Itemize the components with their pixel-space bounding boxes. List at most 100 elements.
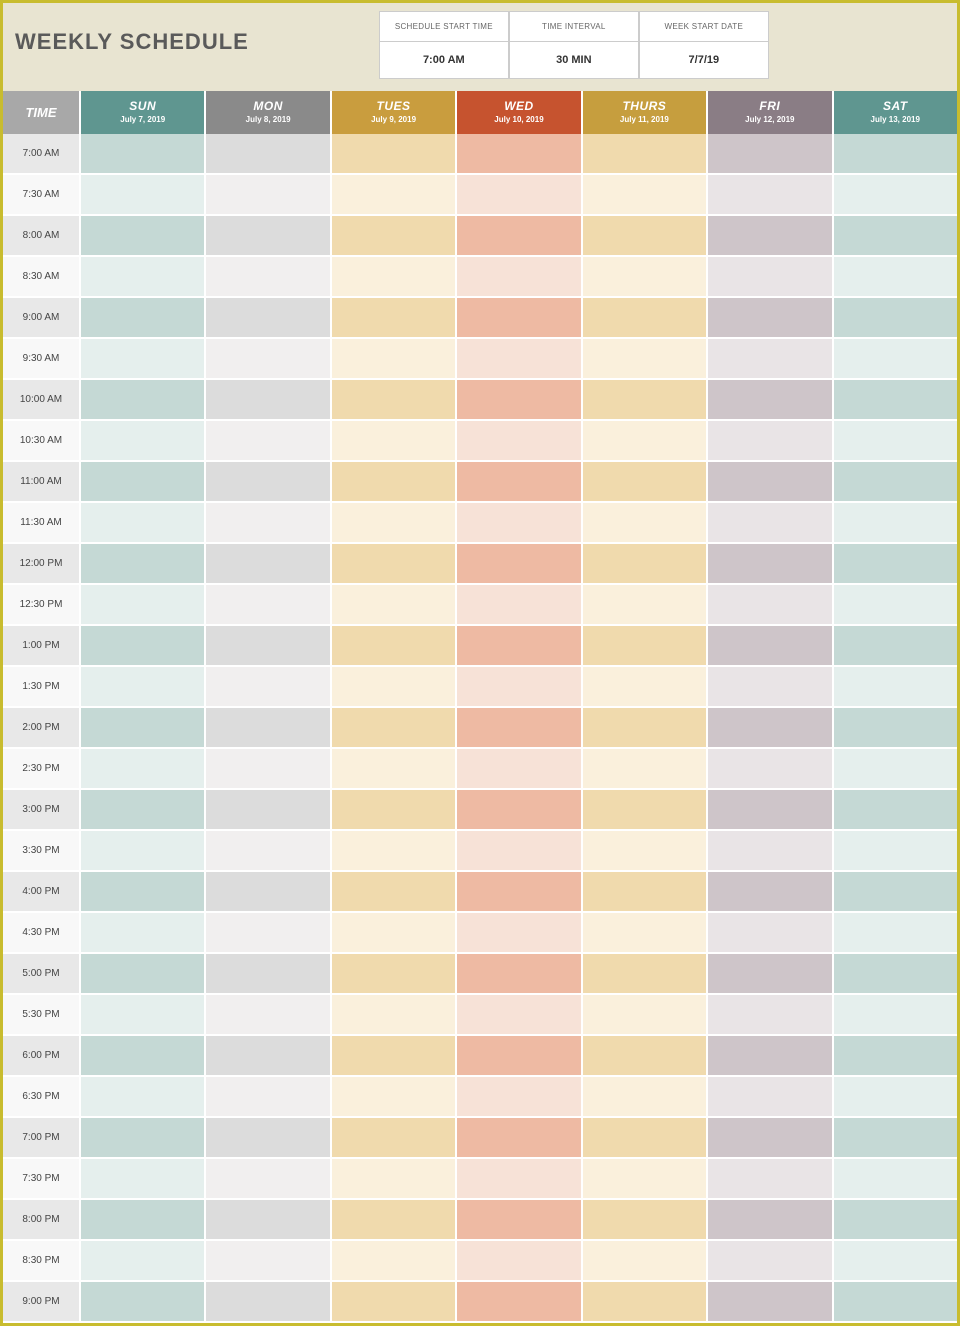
- schedule-cell[interactable]: [332, 257, 457, 298]
- config-value[interactable]: 30 MIN: [510, 42, 638, 78]
- schedule-cell[interactable]: [332, 503, 457, 544]
- schedule-cell[interactable]: [708, 749, 833, 790]
- schedule-cell[interactable]: [583, 831, 708, 872]
- schedule-cell[interactable]: [708, 585, 833, 626]
- schedule-cell[interactable]: [81, 995, 206, 1036]
- schedule-cell[interactable]: [332, 1282, 457, 1323]
- schedule-cell[interactable]: [81, 257, 206, 298]
- schedule-cell[interactable]: [583, 421, 708, 462]
- schedule-cell[interactable]: [708, 1282, 833, 1323]
- schedule-cell[interactable]: [834, 175, 957, 216]
- schedule-cell[interactable]: [81, 1036, 206, 1077]
- schedule-cell[interactable]: [332, 298, 457, 339]
- schedule-cell[interactable]: [206, 339, 331, 380]
- schedule-cell[interactable]: [332, 995, 457, 1036]
- schedule-cell[interactable]: [81, 1159, 206, 1200]
- schedule-cell[interactable]: [457, 175, 582, 216]
- config-value[interactable]: 7:00 AM: [380, 42, 508, 78]
- schedule-cell[interactable]: [457, 1282, 582, 1323]
- schedule-cell[interactable]: [81, 1241, 206, 1282]
- schedule-cell[interactable]: [332, 1241, 457, 1282]
- schedule-cell[interactable]: [206, 831, 331, 872]
- schedule-cell[interactable]: [834, 544, 957, 585]
- schedule-cell[interactable]: [708, 1077, 833, 1118]
- schedule-cell[interactable]: [332, 872, 457, 913]
- schedule-cell[interactable]: [583, 585, 708, 626]
- schedule-cell[interactable]: [206, 503, 331, 544]
- schedule-cell[interactable]: [81, 1200, 206, 1241]
- schedule-cell[interactable]: [332, 626, 457, 667]
- schedule-cell[interactable]: [583, 1241, 708, 1282]
- schedule-cell[interactable]: [81, 421, 206, 462]
- schedule-cell[interactable]: [834, 1241, 957, 1282]
- schedule-cell[interactable]: [457, 134, 582, 175]
- schedule-cell[interactable]: [206, 913, 331, 954]
- schedule-cell[interactable]: [708, 790, 833, 831]
- schedule-cell[interactable]: [206, 216, 331, 257]
- schedule-cell[interactable]: [583, 1200, 708, 1241]
- schedule-cell[interactable]: [457, 380, 582, 421]
- schedule-cell[interactable]: [206, 1159, 331, 1200]
- schedule-cell[interactable]: [708, 421, 833, 462]
- schedule-cell[interactable]: [332, 1200, 457, 1241]
- schedule-cell[interactable]: [834, 708, 957, 749]
- schedule-cell[interactable]: [206, 1036, 331, 1077]
- schedule-cell[interactable]: [81, 380, 206, 421]
- schedule-cell[interactable]: [583, 544, 708, 585]
- schedule-cell[interactable]: [834, 790, 957, 831]
- schedule-cell[interactable]: [834, 749, 957, 790]
- schedule-cell[interactable]: [708, 503, 833, 544]
- schedule-cell[interactable]: [583, 1077, 708, 1118]
- schedule-cell[interactable]: [457, 995, 582, 1036]
- schedule-cell[interactable]: [81, 626, 206, 667]
- schedule-cell[interactable]: [81, 585, 206, 626]
- schedule-cell[interactable]: [332, 421, 457, 462]
- schedule-cell[interactable]: [332, 1077, 457, 1118]
- schedule-cell[interactable]: [834, 257, 957, 298]
- schedule-cell[interactable]: [583, 954, 708, 995]
- schedule-cell[interactable]: [708, 667, 833, 708]
- schedule-cell[interactable]: [332, 585, 457, 626]
- schedule-cell[interactable]: [332, 380, 457, 421]
- schedule-cell[interactable]: [708, 339, 833, 380]
- schedule-cell[interactable]: [583, 257, 708, 298]
- schedule-cell[interactable]: [457, 708, 582, 749]
- schedule-cell[interactable]: [708, 257, 833, 298]
- schedule-cell[interactable]: [206, 585, 331, 626]
- schedule-cell[interactable]: [206, 134, 331, 175]
- schedule-cell[interactable]: [834, 216, 957, 257]
- schedule-cell[interactable]: [708, 626, 833, 667]
- schedule-cell[interactable]: [81, 298, 206, 339]
- schedule-cell[interactable]: [206, 995, 331, 1036]
- schedule-cell[interactable]: [583, 339, 708, 380]
- schedule-cell[interactable]: [81, 913, 206, 954]
- schedule-cell[interactable]: [206, 257, 331, 298]
- schedule-cell[interactable]: [81, 503, 206, 544]
- schedule-cell[interactable]: [708, 544, 833, 585]
- schedule-cell[interactable]: [708, 1241, 833, 1282]
- schedule-cell[interactable]: [457, 462, 582, 503]
- schedule-cell[interactable]: [708, 831, 833, 872]
- schedule-cell[interactable]: [583, 216, 708, 257]
- schedule-cell[interactable]: [81, 708, 206, 749]
- schedule-cell[interactable]: [834, 626, 957, 667]
- schedule-cell[interactable]: [834, 380, 957, 421]
- schedule-cell[interactable]: [206, 708, 331, 749]
- schedule-cell[interactable]: [834, 585, 957, 626]
- schedule-cell[interactable]: [81, 134, 206, 175]
- schedule-cell[interactable]: [457, 913, 582, 954]
- schedule-cell[interactable]: [457, 1077, 582, 1118]
- schedule-cell[interactable]: [583, 667, 708, 708]
- schedule-cell[interactable]: [457, 1241, 582, 1282]
- schedule-cell[interactable]: [708, 995, 833, 1036]
- schedule-cell[interactable]: [206, 749, 331, 790]
- schedule-cell[interactable]: [332, 544, 457, 585]
- schedule-cell[interactable]: [834, 339, 957, 380]
- schedule-cell[interactable]: [457, 872, 582, 913]
- schedule-cell[interactable]: [81, 667, 206, 708]
- schedule-cell[interactable]: [206, 1282, 331, 1323]
- schedule-cell[interactable]: [206, 1077, 331, 1118]
- schedule-cell[interactable]: [708, 216, 833, 257]
- schedule-cell[interactable]: [332, 134, 457, 175]
- schedule-cell[interactable]: [332, 708, 457, 749]
